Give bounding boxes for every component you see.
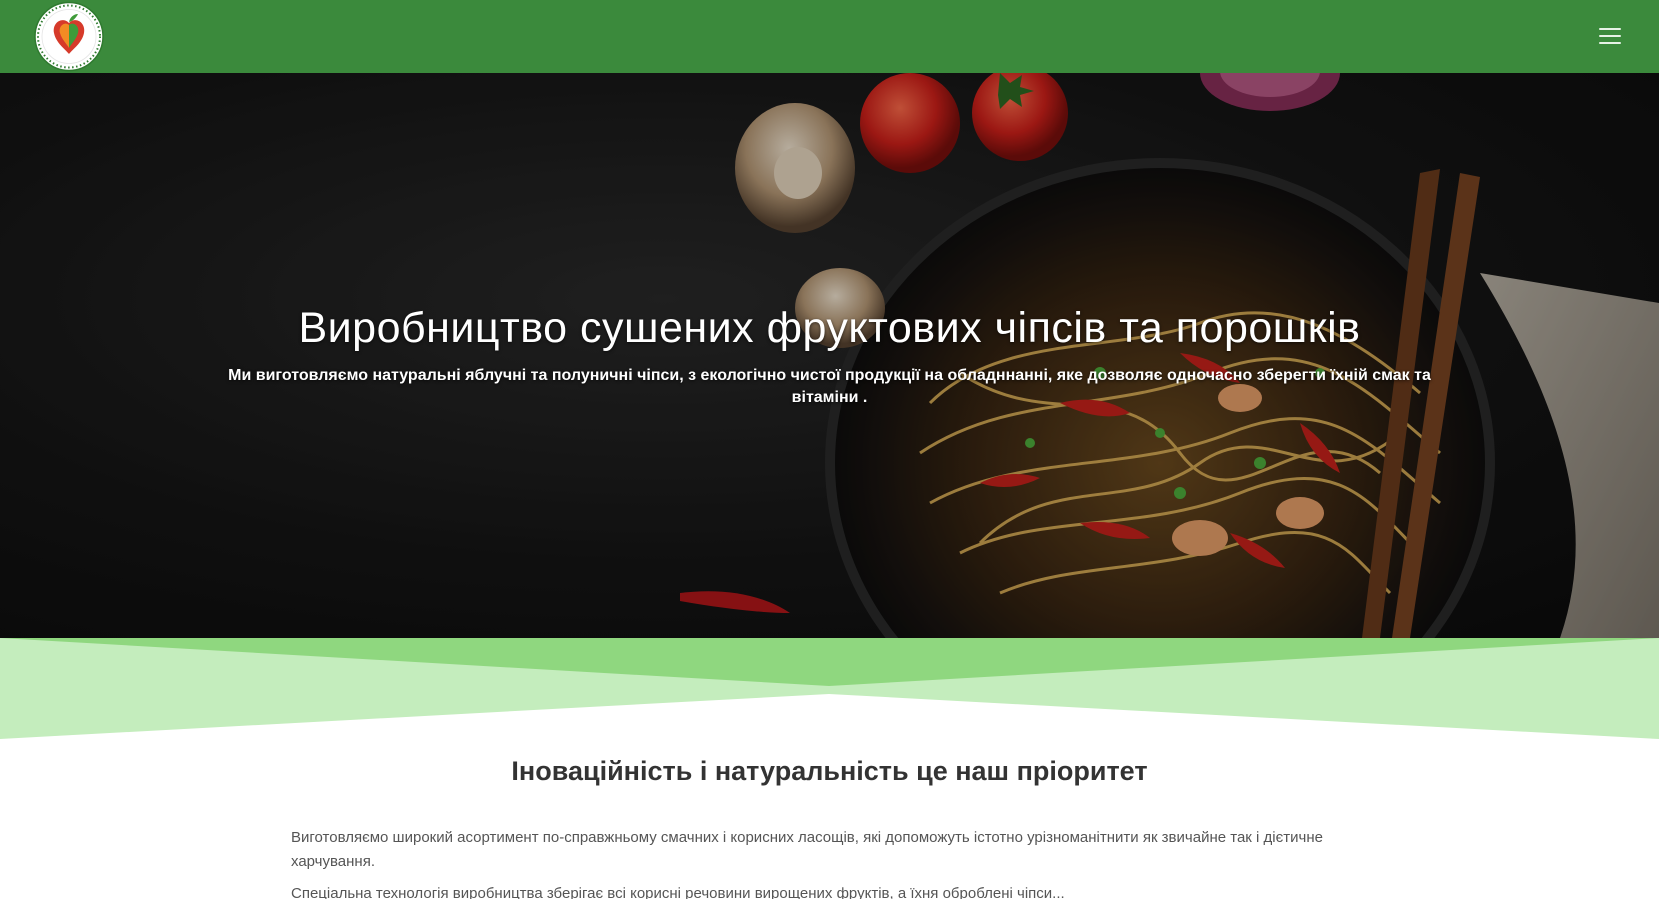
menu-bar-bottom bbox=[1599, 42, 1621, 44]
section-text: Виготовляємо широкий асортимент по-справ… bbox=[291, 826, 1371, 899]
paragraph-1: Виготовляємо широкий асортимент по-справ… bbox=[291, 829, 1323, 870]
hero-subtitle: Ми виготовляємо натуральні яблучні та по… bbox=[228, 366, 1431, 406]
decorative-divider bbox=[0, 638, 1659, 739]
navbar bbox=[0, 0, 1659, 73]
hamburger-menu-icon[interactable] bbox=[1596, 24, 1624, 48]
about-section: Іноваційність і натуральність це наш прі… bbox=[0, 740, 1659, 899]
apple-heart-logo-icon[interactable] bbox=[32, 1, 106, 72]
menu-bar-middle bbox=[1599, 35, 1621, 37]
hero-title: Виробництво сушених фруктових чіпсів та … bbox=[298, 304, 1361, 352]
hero-text-block: Виробництво сушених фруктових чіпсів та … bbox=[0, 303, 1659, 409]
paragraph-2: Спеціальна технологія виробництва зберіг… bbox=[291, 885, 1065, 899]
menu-bar-top bbox=[1599, 28, 1621, 30]
hero-banner: Виробництво сушених фруктових чіпсів та … bbox=[0, 73, 1659, 638]
section-title: Іноваційність і натуральність це наш прі… bbox=[511, 756, 1148, 786]
